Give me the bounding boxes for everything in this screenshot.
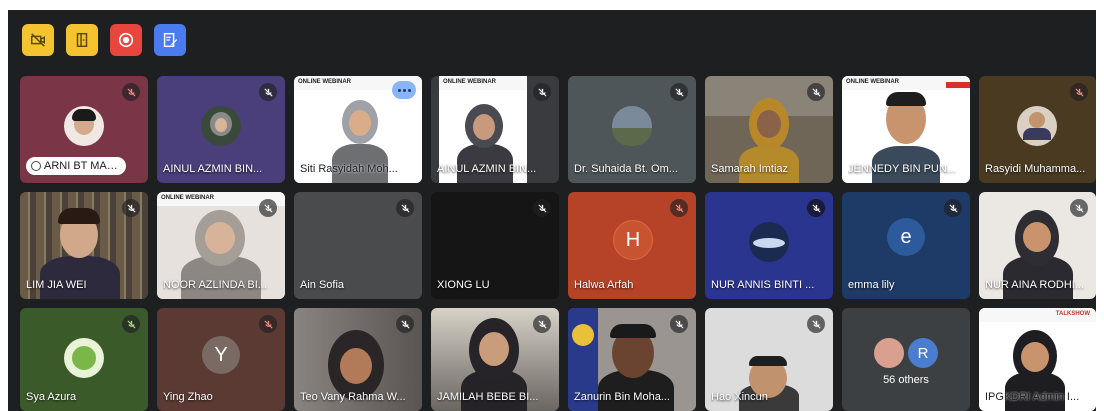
muted-mic-icon (670, 315, 688, 333)
avatar: R (908, 338, 938, 368)
muted-mic-icon (533, 315, 551, 333)
participant-tile[interactable]: ARNI BT MAJO... (20, 76, 148, 183)
participant-name: Sya Azura (26, 391, 77, 403)
edit-note-icon (163, 32, 178, 48)
participant-name: Hao Xincun (711, 391, 768, 403)
participant-tile[interactable]: Hao Xincun (705, 308, 833, 411)
slide-title: TALKSHOW (1055, 311, 1090, 317)
participant-name: Ain Sofia (300, 279, 345, 291)
participant-tile[interactable]: Dr. Suhaida Bt. Om... (568, 76, 696, 183)
avatar: Y (202, 336, 240, 374)
muted-mic-icon (259, 315, 277, 333)
notes-button[interactable] (154, 24, 186, 56)
record-button[interactable] (110, 24, 142, 56)
muted-mic-icon (122, 83, 140, 101)
muted-mic-icon (670, 83, 688, 101)
participant-name: IPGKDRI Admin I... (985, 391, 1080, 403)
participant-name: AINUL AZMIN BIN... (163, 163, 263, 175)
participant-name: Samarah Imtiaz (711, 163, 789, 175)
screen-frame: ARNI BT MAJO... AINUL AZMIN BIN... ONLIN… (0, 0, 1104, 411)
leave-room-button[interactable] (66, 24, 98, 56)
participant-name: JAMILAH BEBE BI... (437, 391, 539, 403)
door-exit-icon (76, 32, 88, 48)
participant-tile[interactable]: ONLINE WEBINAR NOOR AZLINDA BI... (157, 192, 285, 299)
muted-mic-icon (944, 199, 962, 217)
participant-name: Dr. Suhaida Bt. Om... (574, 163, 678, 175)
participant-name: ARNI BT MAJO... (26, 157, 126, 175)
muted-mic-icon (122, 199, 140, 217)
avatar: e (887, 218, 925, 256)
others-tile[interactable]: R 56 others (842, 308, 970, 411)
participant-name: Teo Vany Rahma W... (300, 391, 406, 403)
record-icon (118, 32, 134, 48)
muted-mic-icon (396, 199, 414, 217)
participant-tile[interactable]: ONLINE WEBINAR AINUL AZMIN BIN... (431, 76, 559, 183)
participant-tile[interactable]: Sya Azura (20, 308, 148, 411)
participant-name: LIM JIA WEI (26, 279, 87, 291)
participant-name: Rasyidi Muhamma... (985, 163, 1086, 175)
muted-mic-icon (259, 199, 277, 217)
muted-mic-icon (259, 83, 277, 101)
participant-tile[interactable]: JAMILAH BEBE BI... (431, 308, 559, 411)
participant-tile[interactable]: e emma lily (842, 192, 970, 299)
participant-tile[interactable]: Samarah Imtiaz (705, 76, 833, 183)
participant-name: XIONG LU (437, 279, 490, 291)
participant-tile[interactable]: Rasyidi Muhamma... (979, 76, 1096, 183)
participant-tile[interactable]: XIONG LU (431, 192, 559, 299)
more-options-button[interactable] (392, 81, 416, 99)
participant-tile[interactable]: TALKSHOW IPGKDRI Admin I... (979, 308, 1096, 411)
muted-mic-icon (396, 315, 414, 333)
participant-tile[interactable]: Y Ying Zhao (157, 308, 285, 411)
participant-tile[interactable]: AINUL AZMIN BIN... (157, 76, 285, 183)
slide-title: ONLINE WEBINAR (443, 79, 496, 85)
participant-tile[interactable]: ONLINE WEBINAR JENNEDY BIN PUN... (842, 76, 970, 183)
participant-tile[interactable]: NUR ANNIS BINTI ... (705, 192, 833, 299)
participant-name: Zanurin Bin Moha... (574, 391, 670, 403)
pin-icon (31, 161, 41, 171)
muted-mic-icon (807, 83, 825, 101)
participant-name-text: ARNI BT MAJO... (44, 160, 126, 172)
muted-mic-icon (807, 315, 825, 333)
avatar: H (613, 220, 653, 260)
participant-name: Halwa Arfah (574, 279, 634, 291)
slide-title: ONLINE WEBINAR (846, 79, 899, 85)
participant-name: Siti Rasyidah Moh... (300, 163, 398, 175)
participant-tile[interactable]: LIM JIA WEI (20, 192, 148, 299)
others-count: 56 others (883, 374, 929, 386)
participant-name: AINUL AZMIN BIN... (437, 163, 537, 175)
muted-mic-icon (533, 83, 551, 101)
muted-mic-icon (1070, 83, 1088, 101)
muted-mic-icon (1070, 199, 1088, 217)
participant-name: JENNEDY BIN PUN... (848, 163, 956, 175)
muted-mic-icon (807, 199, 825, 217)
muted-mic-icon (122, 315, 140, 333)
participant-name: NOOR AZLINDA BI... (163, 279, 267, 291)
participant-tile[interactable]: ONLINE WEBINAR Siti Rasyidah Moh... (294, 76, 422, 183)
muted-mic-icon (670, 199, 688, 217)
participant-tile[interactable]: NUR AINA RODHI... (979, 192, 1096, 299)
avatar (874, 338, 904, 368)
participant-tile[interactable]: Ain Sofia (294, 192, 422, 299)
participant-name: emma lily (848, 279, 895, 291)
slide-title: ONLINE WEBINAR (161, 195, 214, 201)
participant-tile[interactable]: H Halwa Arfah (568, 192, 696, 299)
meeting-stage: ARNI BT MAJO... AINUL AZMIN BIN... ONLIN… (8, 10, 1096, 411)
participant-name: NUR ANNIS BINTI ... (711, 279, 815, 291)
camera-off-icon (30, 33, 46, 47)
participant-name: Ying Zhao (163, 391, 213, 403)
slide-title: ONLINE WEBINAR (298, 79, 351, 85)
camera-off-button[interactable] (22, 24, 54, 56)
participant-name: NUR AINA RODHI... (985, 279, 1085, 291)
participant-tile[interactable]: Teo Vany Rahma W... (294, 308, 422, 411)
host-toolbar (22, 24, 186, 56)
participant-tile[interactable]: Zanurin Bin Moha... (568, 308, 696, 411)
muted-mic-icon (533, 199, 551, 217)
